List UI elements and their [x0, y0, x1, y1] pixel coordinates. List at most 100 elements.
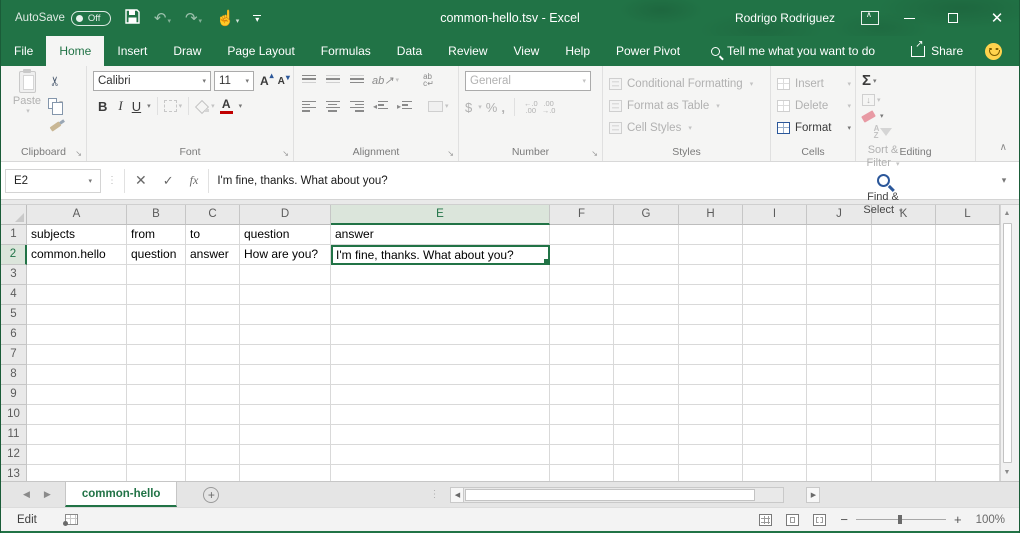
customize-quick-access-icon[interactable]: ▾	[253, 15, 261, 22]
align-left-button[interactable]	[300, 97, 317, 115]
cell-L4[interactable]	[936, 285, 1000, 305]
find-select-button[interactable]: Find & Select ▾	[862, 171, 904, 218]
cell-C8[interactable]	[186, 365, 240, 385]
cell-H5[interactable]	[679, 305, 743, 325]
cell-C6[interactable]	[186, 325, 240, 345]
cell-styles-button[interactable]: Cell Styles▾	[609, 117, 766, 139]
cell-B6[interactable]	[127, 325, 186, 345]
close-button[interactable]: ✕	[975, 0, 1019, 36]
cell-D7[interactable]	[240, 345, 331, 365]
cell-A11[interactable]	[27, 425, 127, 445]
middle-align-button[interactable]	[324, 71, 341, 89]
macro-recording-icon[interactable]	[65, 514, 78, 525]
cell-F3[interactable]	[550, 265, 614, 285]
font-name-combo[interactable]: Calibri▾	[93, 71, 211, 91]
row-header-10[interactable]: 10	[1, 405, 27, 425]
cell-A8[interactable]	[27, 365, 127, 385]
touch-mouse-mode-icon[interactable]: ☝▾	[216, 11, 239, 26]
insert-function-icon[interactable]: fx	[190, 173, 199, 188]
cell-L11[interactable]	[936, 425, 1000, 445]
cell-G13[interactable]	[614, 465, 679, 481]
tab-home[interactable]: Home	[46, 36, 104, 66]
cell-B4[interactable]	[127, 285, 186, 305]
cell-K4[interactable]	[872, 285, 936, 305]
cell-F5[interactable]	[550, 305, 614, 325]
decrease-decimal-icon[interactable]: .00→.0	[542, 100, 556, 114]
cell-D6[interactable]	[240, 325, 331, 345]
row-header-5[interactable]: 5	[1, 305, 27, 325]
cell-J9[interactable]	[807, 385, 872, 405]
vertical-scrollbar[interactable]: ▲ ▼	[1000, 205, 1013, 481]
cell-C2[interactable]: answer	[186, 245, 240, 265]
column-header-H[interactable]: H	[679, 205, 743, 225]
page-layout-view-icon[interactable]	[786, 514, 799, 526]
cell-G12[interactable]	[614, 445, 679, 465]
italic-button[interactable]: I	[113, 98, 127, 114]
column-header-E[interactable]: E	[331, 205, 550, 225]
horizontal-scroll-thumb[interactable]	[465, 489, 755, 501]
decrease-indent-button[interactable]: ◂	[372, 97, 389, 115]
ribbon-display-options-icon[interactable]	[861, 11, 879, 25]
tab-draw[interactable]: Draw	[160, 36, 214, 66]
column-header-L[interactable]: L	[936, 205, 1000, 225]
cell-L10[interactable]	[936, 405, 1000, 425]
cell-F13[interactable]	[550, 465, 614, 481]
row-header-4[interactable]: 4	[1, 285, 27, 305]
alignment-dialog-launcher-icon[interactable]: ↘	[447, 149, 454, 158]
insert-cells-button[interactable]: Insert▾	[777, 73, 851, 95]
cell-F10[interactable]	[550, 405, 614, 425]
cell-F4[interactable]	[550, 285, 614, 305]
cell-J7[interactable]	[807, 345, 872, 365]
cell-H6[interactable]	[679, 325, 743, 345]
cell-G4[interactable]	[614, 285, 679, 305]
format-painter-button[interactable]	[47, 116, 64, 134]
cell-H4[interactable]	[679, 285, 743, 305]
decrease-font-size-button[interactable]: A▾	[275, 76, 288, 87]
delete-cells-button[interactable]: Delete▾	[777, 95, 851, 117]
normal-view-icon[interactable]	[759, 514, 772, 526]
horizontal-scrollbar[interactable]	[464, 487, 784, 503]
row-header-1[interactable]: 1	[1, 225, 27, 245]
cell-B10[interactable]	[127, 405, 186, 425]
sheet-nav-right-icon[interactable]: ▶	[44, 489, 51, 500]
cell-F8[interactable]	[550, 365, 614, 385]
column-header-G[interactable]: G	[614, 205, 679, 225]
cell-D10[interactable]	[240, 405, 331, 425]
cell-H2[interactable]	[679, 245, 743, 265]
cell-E10[interactable]	[331, 405, 550, 425]
cell-H7[interactable]	[679, 345, 743, 365]
cell-E5[interactable]	[331, 305, 550, 325]
cell-I1[interactable]	[743, 225, 807, 245]
number-dialog-launcher-icon[interactable]: ↘	[591, 149, 598, 158]
row-header-6[interactable]: 6	[1, 325, 27, 345]
cell-H12[interactable]	[679, 445, 743, 465]
cell-E3[interactable]	[331, 265, 550, 285]
cell-C10[interactable]	[186, 405, 240, 425]
cell-L13[interactable]	[936, 465, 1000, 481]
cell-K7[interactable]	[872, 345, 936, 365]
scroll-right-icon[interactable]: ▶	[806, 487, 820, 503]
cell-H1[interactable]	[679, 225, 743, 245]
cell-A3[interactable]	[27, 265, 127, 285]
cell-I9[interactable]	[743, 385, 807, 405]
cell-K6[interactable]	[872, 325, 936, 345]
conditional-formatting-button[interactable]: Conditional Formatting▾	[609, 73, 766, 95]
cell-H13[interactable]	[679, 465, 743, 481]
currency-format-button[interactable]: $	[465, 100, 472, 115]
cell-K2[interactable]	[872, 245, 936, 265]
cell-A4[interactable]	[27, 285, 127, 305]
cell-J13[interactable]	[807, 465, 872, 481]
cell-J12[interactable]	[807, 445, 872, 465]
collapse-ribbon-icon[interactable]: ∧	[1000, 142, 1007, 153]
cell-E9[interactable]	[331, 385, 550, 405]
row-header-2[interactable]: 2	[1, 245, 27, 265]
cell-J2[interactable]	[807, 245, 872, 265]
cell-C1[interactable]: to	[186, 225, 240, 245]
cell-D2[interactable]: How are you?	[240, 245, 331, 265]
sheet-nav-left-icon[interactable]: ◀	[23, 489, 30, 500]
select-all-corner[interactable]	[1, 205, 27, 225]
cell-I10[interactable]	[743, 405, 807, 425]
scroll-left-icon[interactable]: ◀	[450, 487, 464, 503]
row-header-12[interactable]: 12	[1, 445, 27, 465]
zoom-slider[interactable]	[856, 519, 946, 520]
